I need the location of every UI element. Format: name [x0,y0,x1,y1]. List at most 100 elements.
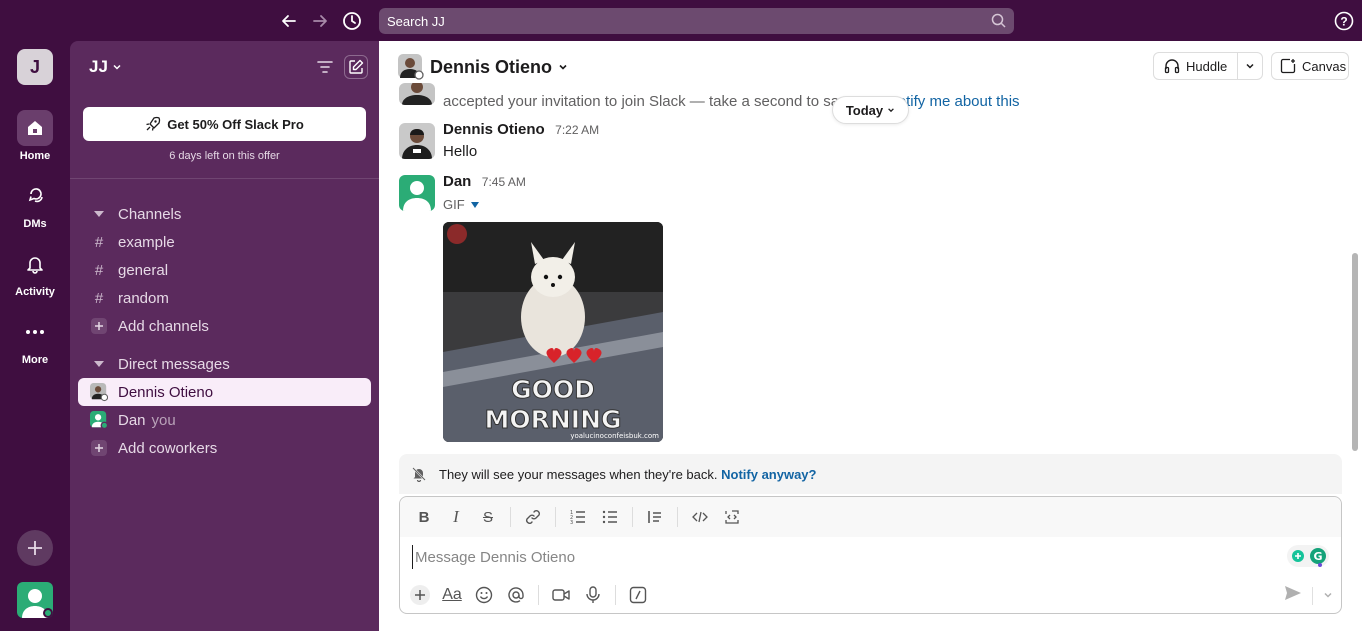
code-icon[interactable] [686,503,714,531]
emoji-icon[interactable] [470,581,498,609]
gif-image[interactable]: GOOD MORNING yoalucinoconfeisbuk.com [443,222,663,442]
notify-anyway-link[interactable]: Notify anyway? [721,467,816,482]
caret-down-icon [470,201,479,208]
video-icon[interactable] [547,581,575,609]
shortcuts-slash-icon[interactable] [624,581,652,609]
workspace-rail: J Home DMs Activity More [0,41,70,631]
grammarly-widget[interactable]: G [1287,544,1329,568]
send-controls [1284,585,1333,606]
promo-subtext: 6 days left on this offer [169,150,280,162]
add-coworkers-button[interactable]: Add coworkers [78,434,371,462]
search-placeholder: Search JJ [387,13,445,29]
gif-label: GIF [443,197,465,212]
canvas-label: Canvas [1302,58,1347,74]
bullet-list-icon[interactable] [596,503,624,531]
dan-avatar-icon [90,410,108,430]
add-workspace-button[interactable] [17,530,53,566]
toolbar-separator [1312,586,1313,605]
dms-section-header[interactable]: Direct messages [78,350,371,378]
rail-more-label: More [21,354,49,366]
hash-icon: # [94,233,104,251]
plus-icon [28,541,42,555]
gif-toggle[interactable]: GIF [443,197,1323,212]
italic-icon[interactable]: I [442,503,470,531]
message-input[interactable] [412,545,1272,569]
dms-icon [17,178,53,214]
away-notice: They will see your messages when they're… [399,454,1342,494]
text-format-icon[interactable]: Aa [438,581,466,609]
more-icon [17,314,53,350]
hash-icon: # [94,289,104,307]
user-avatar-icon [22,589,53,618]
message-author[interactable]: Dan [443,173,471,190]
chevron-down-icon [113,64,121,70]
upgrade-promo-button[interactable]: Get 50% Off Slack Pro [83,107,366,141]
compose-button[interactable] [344,55,368,79]
rail-dms-label: DMs [23,218,47,230]
toolbar-separator [510,507,511,527]
top-bar: Search JJ ? [0,0,1362,41]
system-text: accepted your invitation to join Slack —… [443,93,847,110]
bold-icon[interactable]: B [410,503,438,531]
canvas-button[interactable]: Canvas [1271,52,1349,80]
channel-label: random [118,289,169,307]
rail-dms[interactable]: DMs [0,178,70,230]
send-options-chevron-icon[interactable] [1323,587,1333,605]
message-composer: B I S 123 Message Dennis Otieno G Aa [399,496,1342,614]
rail-home[interactable]: Home [0,110,70,162]
mention-icon[interactable] [502,581,530,609]
send-icon[interactable] [1284,585,1302,606]
message-timestamp[interactable]: 7:22 AM [555,123,599,137]
workspace-name-button[interactable]: JJ [89,57,122,77]
date-divider-today[interactable]: Today [832,96,909,124]
sidebar-item-general[interactable]: # general [78,256,371,284]
attach-plus-icon[interactable] [406,581,434,609]
history-clock-icon[interactable] [341,10,363,32]
workspace-name: JJ [89,57,108,76]
channel-title: Dennis Otieno [430,56,553,77]
forward-arrow-icon[interactable] [309,10,331,32]
scrollbar[interactable] [1352,253,1358,451]
channel-label: general [118,261,169,279]
add-channels-label: Add channels [118,317,209,335]
rail-more[interactable]: More [0,314,70,366]
home-icon [17,110,53,146]
huddle-options-chevron-icon[interactable] [1238,61,1262,71]
microphone-icon[interactable] [579,581,607,609]
sidebar-item-dennis-otieno[interactable]: Dennis Otieno [78,378,371,406]
bell-snooze-icon [412,467,426,482]
filter-icon[interactable] [313,55,337,79]
channel-title-button[interactable]: Dennis Otieno [398,54,568,80]
plus-box-icon [90,440,108,456]
toolbar-separator [632,507,633,527]
help-icon[interactable]: ? [1334,11,1354,36]
dennis-avatar[interactable] [399,123,435,159]
plus-box-icon [90,318,108,334]
dennis-avatar-icon [90,382,108,402]
rail-activity[interactable]: Activity [0,246,70,298]
dan-avatar[interactable] [399,175,435,211]
my-avatar[interactable] [17,582,53,618]
ordered-list-icon[interactable]: 123 [564,503,592,531]
add-channels-button[interactable]: Add channels [78,312,371,340]
strikethrough-icon[interactable]: S [474,503,502,531]
sidebar-item-dan[interactable]: Dan you [78,406,371,434]
rocket-icon [146,116,161,131]
link-icon[interactable] [519,503,547,531]
sidebar-item-random[interactable]: # random [78,284,371,312]
message-author[interactable]: Dennis Otieno [443,121,545,138]
caret-down-icon [94,361,104,367]
sidebar-item-example[interactable]: # example [78,228,371,256]
channels-section-header[interactable]: Channels [78,200,371,228]
code-block-icon[interactable] [718,503,746,531]
toolbar-separator [677,507,678,527]
gif-caption-line2: MORNING [484,405,621,434]
workspace-avatar[interactable]: J [17,49,53,85]
back-arrow-icon[interactable] [278,10,300,32]
blockquote-icon[interactable] [641,503,669,531]
search-bar[interactable]: Search JJ [379,8,1014,34]
toolbar-separator [538,585,539,605]
message-timestamp[interactable]: 7:45 AM [482,175,526,189]
huddle-button[interactable]: Huddle [1153,52,1263,80]
channel-header: Dennis Otieno Huddle Canvas [379,41,1362,91]
